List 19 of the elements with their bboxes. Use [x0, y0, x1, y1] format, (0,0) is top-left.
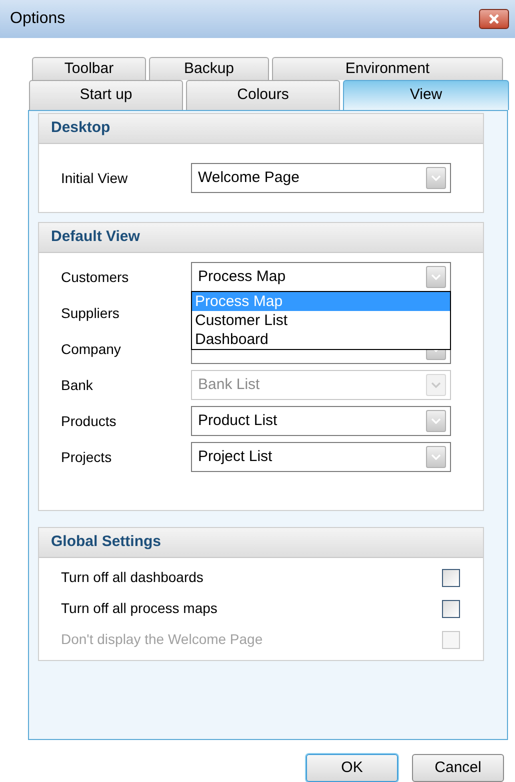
option-label: Turn off all process maps — [61, 599, 218, 618]
field-label: Customers — [60, 268, 130, 286]
section-header: Global Settings — [39, 528, 483, 558]
dropdown-value: Project List — [198, 446, 272, 467]
field-label: Suppliers — [60, 304, 120, 323]
section-header: Desktop — [39, 114, 483, 144]
option-label: Don't display the Welcome Page — [61, 630, 263, 649]
field-label: Company — [60, 340, 122, 359]
field-label: Products — [60, 412, 118, 430]
field-label: Projects — [60, 448, 113, 467]
dropdown-value: Process Map — [198, 266, 286, 287]
dropdown-value: Bank List — [198, 374, 260, 395]
dropdown-value: Welcome Page — [198, 168, 300, 188]
field-label: Bank — [60, 376, 94, 394]
dropdown-value: Product List — [198, 410, 278, 431]
field-label: Initial View — [60, 168, 129, 188]
window-title: Options — [10, 9, 66, 29]
option-label: Turn off all dashboards — [61, 568, 204, 587]
section-header: Default View — [39, 223, 483, 253]
